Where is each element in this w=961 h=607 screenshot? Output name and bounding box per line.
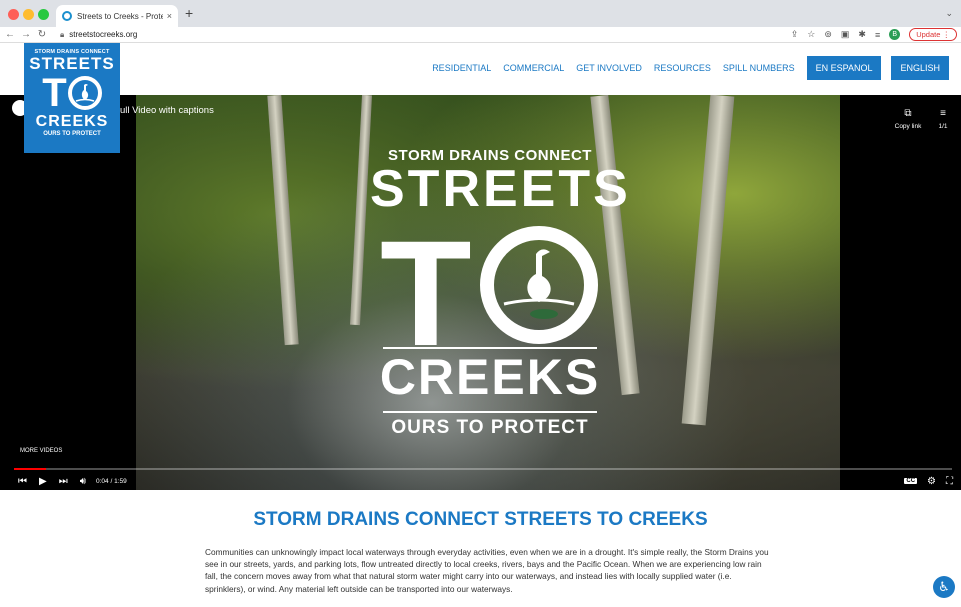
en-espanol-button[interactable]: EN ESPANOL [806,56,882,80]
next-icon[interactable]: ⏭ [59,476,68,487]
close-window-button[interactable] [8,9,19,20]
logo-to-mark: T [24,73,120,113]
browser-toolbar: ← → ↻ 🔒︎ streetstocreeks.org ⇪ ☆ ⊚ ▣ ✱ ≡… [0,27,961,43]
logo-t-letter: T [42,71,67,115]
extension-icon[interactable]: ▣ [841,29,850,40]
logo-streets-text: STREETS [29,54,115,73]
video-brand-t: T [380,209,472,377]
previous-icon[interactable]: ⏮ [18,476,27,487]
video-player[interactable]: STORM DRAINS CONNECT STREETS T CREEKS OU… [0,95,961,490]
copy-link-label: Copy link [894,123,922,130]
main-nav: RESIDENTIAL COMMERCIAL GET INVOLVED RESO… [432,56,949,80]
video-brand-creeks: CREEKS [379,349,601,405]
playlist-count: 1/1 [938,123,948,130]
address-bar[interactable]: streetstocreeks.org [69,30,137,39]
video-brand-rule [383,411,597,413]
profile-avatar[interactable]: B [889,29,901,40]
reading-list-icon[interactable]: ≡ [875,30,880,40]
video-brand-ours: OURS TO PROTECT [391,417,589,438]
logo-creeks-text: CREEKS [35,113,109,130]
video-brand-to: T [380,218,600,368]
heron-icon [67,76,102,110]
reload-icon[interactable]: ↻ [36,29,48,40]
new-tab-button[interactable]: + [185,5,193,21]
video-progress-bar[interactable] [14,468,952,470]
copy-link-button[interactable]: ⧉ Copy link [890,103,926,130]
intro-paragraph: Communities can unknowingly impact local… [205,547,769,594]
star-icon[interactable]: ☆ [807,29,815,40]
english-button[interactable]: ENGLISH [891,56,949,80]
accessibility-icon[interactable]: ♿︎ [933,576,955,598]
minimize-window-button[interactable] [23,9,34,20]
nav-get-involved[interactable]: GET INVOLVED [576,63,642,73]
back-icon[interactable]: ← [4,29,16,40]
fullscreen-icon[interactable]: ⛶ [946,476,953,487]
video-brand-overlay: STORM DRAINS CONNECT STREETS T CREEKS OU… [0,95,961,490]
browser-tab-bar: Streets to Creeks - Protect Cre... × + ⌄ [0,0,961,27]
captions-button[interactable]: CC [904,478,918,484]
playlist-icon: ≡ [940,108,946,119]
tab-list-chevron-icon[interactable]: ⌄ [945,8,953,19]
more-videos-label[interactable]: MORE VIDEOS [20,448,62,454]
tab-close-icon[interactable]: × [167,11,172,21]
video-progress-fill [14,468,46,470]
video-title[interactable]: ull Video with captions [120,105,214,116]
settings-icon[interactable]: ⚙ [927,476,936,487]
share-icon[interactable]: ⇪ [791,29,799,40]
forward-icon[interactable]: → [20,29,32,40]
nav-commercial[interactable]: COMMERCIAL [503,63,564,73]
nav-resources[interactable]: RESOURCES [654,63,711,73]
tab-title: Streets to Creeks - Protect Cre... [77,11,163,21]
maximize-window-button[interactable] [38,9,49,20]
site-favicon-icon [62,11,72,21]
extension-icon[interactable]: ⊚ [824,29,832,40]
puzzle-icon[interactable]: ✱ [858,29,866,40]
copy-icon: ⧉ [904,108,912,119]
nav-residential[interactable]: RESIDENTIAL [432,63,491,73]
lock-icon[interactable]: 🔒︎ [60,30,64,40]
nav-spill-numbers[interactable]: SPILL NUMBERS [723,63,795,73]
page-heading: STORM DRAINS CONNECT STREETS TO CREEKS [253,509,708,530]
site-logo[interactable]: STORM DRAINS CONNECT STREETS T CREEKS OU… [24,43,120,153]
volume-icon[interactable]: 🔊︎ [80,476,86,487]
browser-tab[interactable]: Streets to Creeks - Protect Cre... × [56,5,178,27]
video-controls: ⏮ ▶ ⏭ 🔊︎ 0:04 / 1:59 CC ⚙ ⛶ [0,473,961,489]
update-label: Update [916,30,941,39]
heron-fish-icon [480,226,598,344]
logo-tagline: OURS TO PROTECT [43,131,101,137]
update-button[interactable]: Update ⋮ [909,28,957,41]
playlist-button[interactable]: ≡ 1/1 [930,103,956,130]
video-time: 0:04 / 1:59 [96,477,127,485]
play-icon[interactable]: ▶ [39,476,47,487]
